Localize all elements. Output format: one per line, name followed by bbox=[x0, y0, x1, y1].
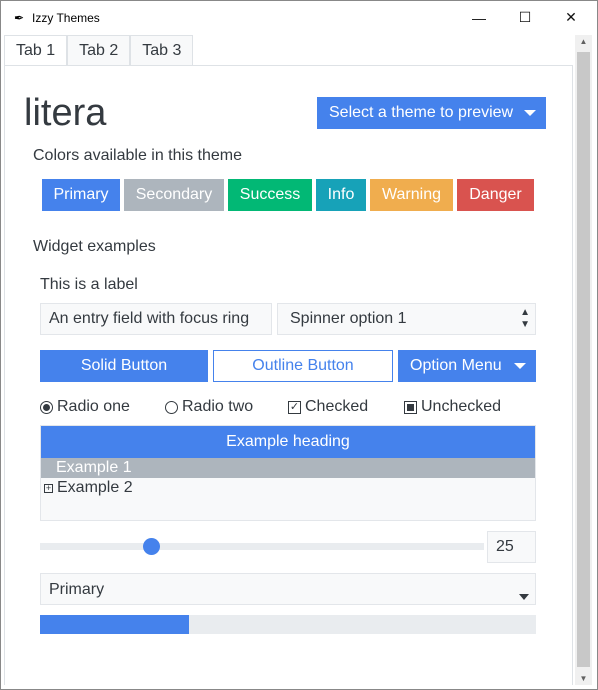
widgets-heading: Widget examples bbox=[33, 238, 156, 255]
minimize-button[interactable]: — bbox=[456, 0, 502, 35]
radio-one[interactable]: Radio one bbox=[40, 398, 130, 416]
chevron-down-icon[interactable] bbox=[519, 594, 529, 600]
feather-icon: ✒ bbox=[14, 10, 25, 25]
combobox[interactable]: Primary bbox=[40, 573, 536, 605]
danger-button[interactable]: Danger bbox=[457, 179, 534, 211]
tab-bar: Tab 1 Tab 2 Tab 3 bbox=[4, 35, 194, 66]
solid-button[interactable]: Solid Button bbox=[40, 350, 208, 382]
radio-unselected-icon bbox=[165, 400, 178, 414]
spinner-field[interactable]: Spinner option 1 ▲ ▼ bbox=[277, 303, 536, 335]
tree-heading[interactable]: Example heading bbox=[41, 426, 535, 458]
unchecked-label: Unchecked bbox=[421, 398, 502, 415]
tab-3[interactable]: Tab 3 bbox=[130, 35, 194, 65]
checked-label: Checked bbox=[305, 398, 369, 415]
option-menu-label: Option Menu bbox=[410, 357, 502, 374]
combobox-value: Primary bbox=[49, 581, 105, 598]
tree-item-selected[interactable]: Example 1 bbox=[41, 458, 535, 478]
radio-two-label: Radio two bbox=[182, 398, 254, 415]
info-button[interactable]: Info bbox=[316, 179, 366, 211]
scale-value-field[interactable]: 25 bbox=[487, 531, 536, 563]
radio-selected-icon bbox=[40, 400, 53, 414]
checkmark-icon: ✓ bbox=[288, 400, 301, 414]
checkbox-checked[interactable]: ✓ Checked bbox=[288, 398, 368, 416]
indeterminate-box-icon bbox=[404, 400, 417, 414]
radio-one-label: Radio one bbox=[57, 398, 130, 415]
secondary-button[interactable]: Secondary bbox=[124, 179, 224, 211]
maximize-button[interactable]: ☐ bbox=[502, 0, 548, 35]
primary-button[interactable]: Primary bbox=[42, 179, 120, 211]
chevron-down-icon bbox=[524, 110, 536, 116]
option-menu[interactable]: Option Menu bbox=[398, 350, 536, 382]
scale-track[interactable] bbox=[40, 538, 484, 555]
close-button[interactable]: ✕ bbox=[548, 0, 594, 35]
example-label: This is a label bbox=[40, 276, 138, 293]
scroll-thumb[interactable] bbox=[577, 52, 590, 667]
tab-1[interactable]: Tab 1 bbox=[4, 35, 68, 66]
tree-item-label: Example 2 bbox=[57, 479, 133, 496]
progress-fill bbox=[40, 615, 189, 634]
scrollbar[interactable]: ▲ ▼ bbox=[575, 35, 592, 685]
scroll-up-icon[interactable]: ▲ bbox=[575, 37, 592, 46]
radio-two[interactable]: Radio two bbox=[165, 398, 253, 416]
entry-field[interactable]: An entry field with focus ring bbox=[40, 303, 272, 335]
spinner-arrows-icon[interactable]: ▲ ▼ bbox=[520, 307, 530, 331]
checkbox-unchecked[interactable]: Unchecked bbox=[404, 398, 501, 416]
theme-select-menu[interactable]: Select a theme to preview bbox=[317, 97, 546, 129]
spinner-value: Spinner option 1 bbox=[290, 310, 407, 327]
colors-heading: Colors available in this theme bbox=[33, 147, 242, 164]
scale-handle[interactable] bbox=[143, 538, 160, 555]
treeview[interactable]: Example heading Example 1 + Example 2 bbox=[40, 425, 536, 521]
tab-2[interactable]: Tab 2 bbox=[67, 35, 131, 65]
scroll-down-icon[interactable]: ▼ bbox=[575, 674, 592, 683]
progress-bar bbox=[40, 615, 536, 634]
chevron-down-icon bbox=[514, 363, 526, 369]
window-title: Izzy Themes bbox=[32, 10, 100, 25]
tree-item[interactable]: + Example 2 bbox=[41, 478, 535, 498]
expand-icon[interactable]: + bbox=[44, 483, 53, 493]
theme-name: litera bbox=[24, 92, 107, 134]
theme-select-label: Select a theme to preview bbox=[329, 104, 514, 121]
success-button[interactable]: Success bbox=[228, 179, 312, 211]
warning-button[interactable]: Warning bbox=[370, 179, 453, 211]
outline-button[interactable]: Outline Button bbox=[213, 350, 393, 382]
